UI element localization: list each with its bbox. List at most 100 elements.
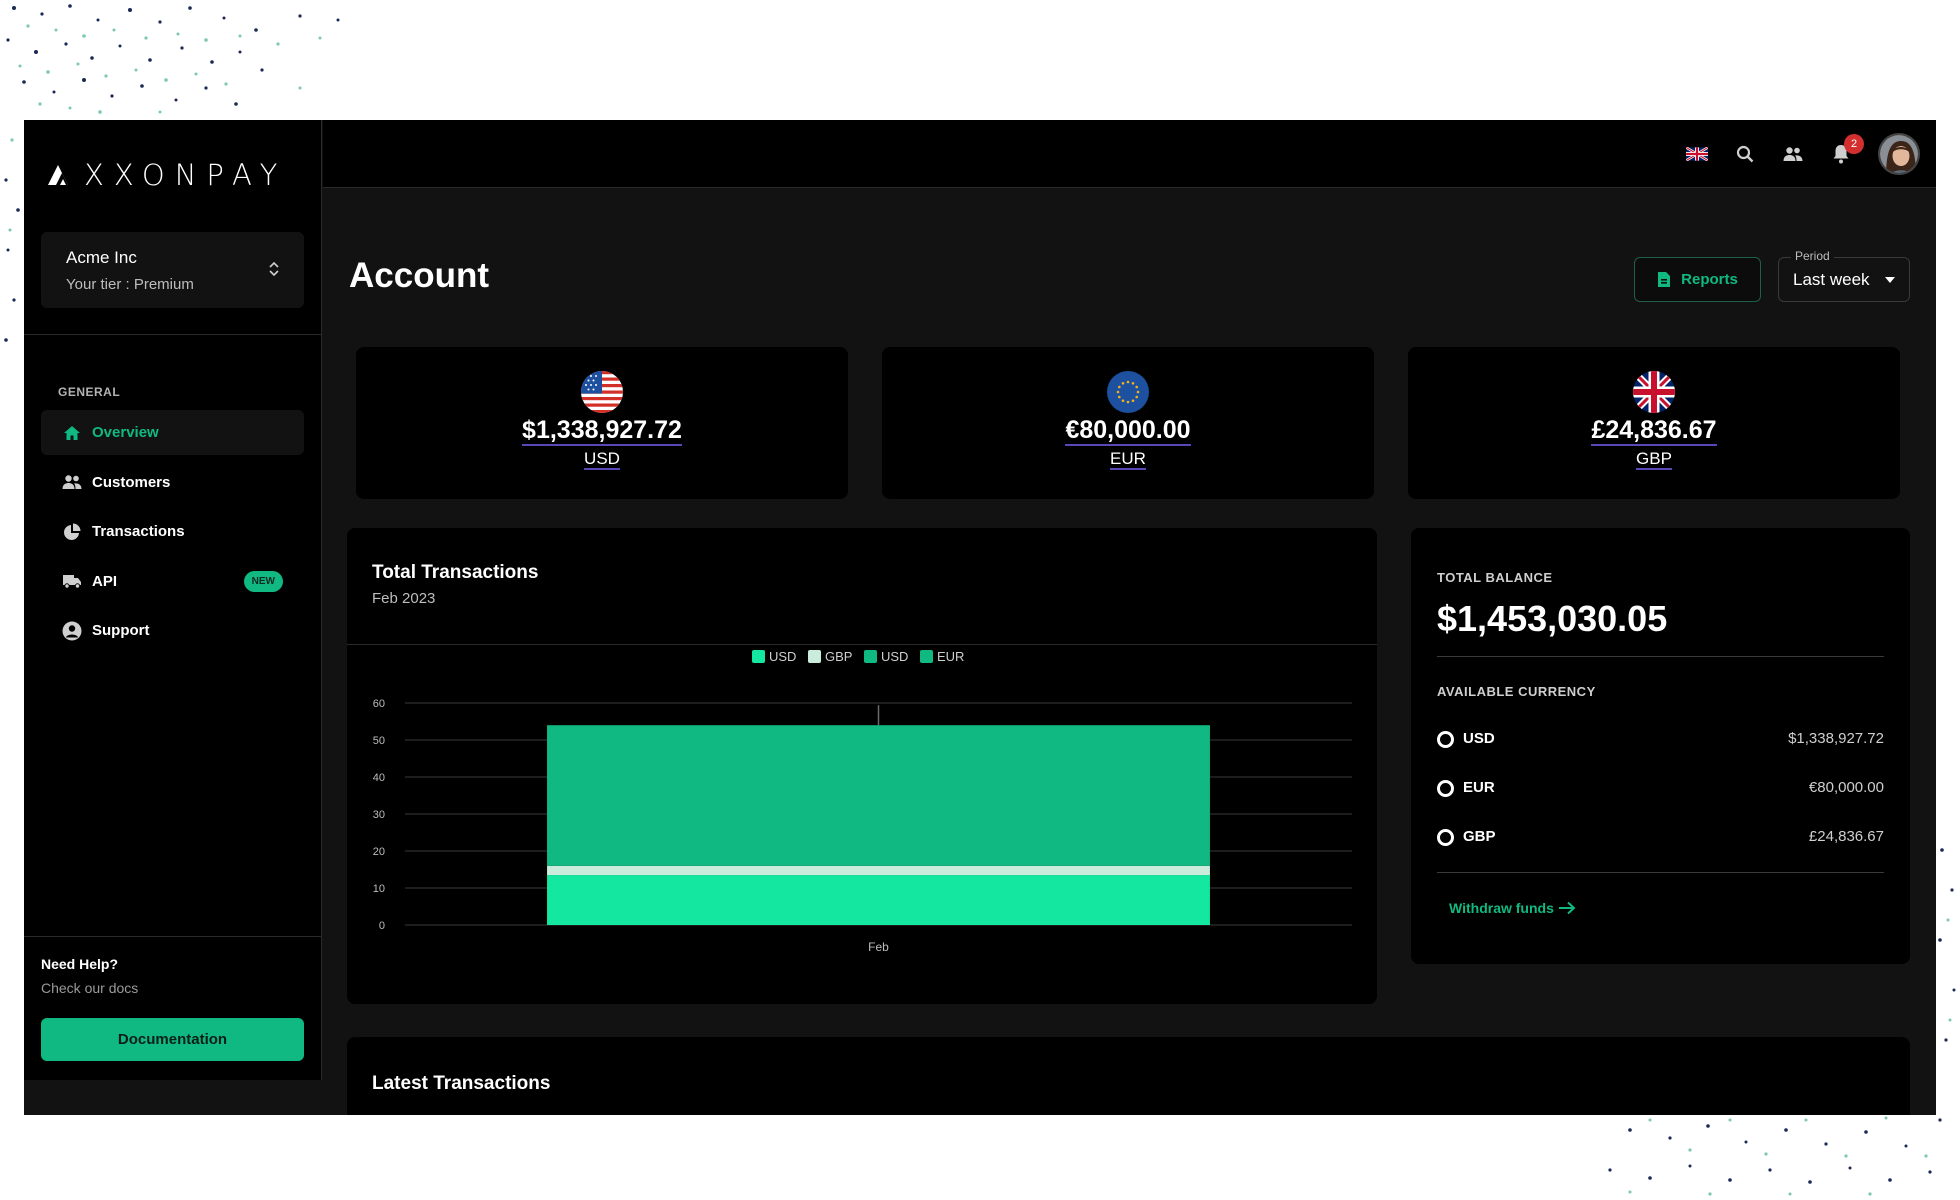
latest-transactions-title: Latest Transactions — [372, 1073, 551, 1094]
radio-button[interactable] — [1437, 731, 1454, 748]
currency-code: GBP — [1636, 449, 1672, 470]
currency-card-usd[interactable]: $1,338,927.72 USD — [356, 347, 848, 499]
chart-divider — [347, 644, 1377, 645]
users-icon — [62, 472, 82, 492]
total-transactions-card: Total Transactions Feb 2023 USD GBP USD EUR… — [347, 528, 1377, 1004]
currency-amount: £24,836.67 — [1591, 416, 1717, 446]
currency-option-code: USD — [1463, 730, 1495, 747]
avatar[interactable] — [1878, 133, 1920, 175]
documentation-button[interactable]: Documentation — [41, 1018, 304, 1061]
total-balance-card: TOTAL BALANCE $1,453,030.05 AVAILABLE CU… — [1411, 528, 1910, 964]
x-tick-label: Feb — [868, 940, 889, 954]
sidebar-divider — [24, 334, 322, 335]
currency-card-eur[interactable]: €80,000.00 EUR — [882, 347, 1374, 499]
legend-swatch — [920, 650, 933, 663]
logo-text: XXONPAY — [84, 158, 288, 192]
new-badge: NEW — [243, 570, 283, 592]
sidebar-item-label: Customers — [92, 473, 171, 491]
main-content: Account Reports Period Last week $1,338,… — [323, 188, 1936, 1115]
y-tick-label: 50 — [373, 735, 385, 747]
total-balance-amount: $1,453,030.05 — [1437, 598, 1668, 639]
caret-down-icon — [1885, 277, 1895, 283]
sidebar-item-label: Overview — [92, 424, 159, 441]
currency-code: EUR — [1110, 449, 1146, 470]
axxonpay-mark-icon — [48, 165, 68, 185]
reports-button[interactable]: Reports — [1634, 257, 1761, 302]
legend-label: GBP — [825, 649, 852, 664]
bar-segment-gbp — [547, 865, 1210, 876]
period-select[interactable]: Period Last week — [1778, 249, 1910, 302]
currency-code: USD — [584, 449, 620, 470]
organization-name: Acme Inc — [66, 248, 137, 267]
radio-button[interactable] — [1437, 829, 1454, 846]
sidebar: XXONPAY Acme Inc Your tier : Premium GEN… — [24, 120, 322, 1080]
eu-flag-icon — [1107, 371, 1149, 413]
currency-option-value: €80,000.00 — [1808, 779, 1884, 796]
sidebar-item-label: API — [92, 572, 118, 590]
chart-subtitle: Feb 2023 — [372, 590, 436, 607]
uk-flag-icon[interactable] — [1686, 143, 1708, 165]
currency-option-value: $1,338,927.72 — [1788, 730, 1884, 747]
pie-chart-icon — [62, 522, 82, 542]
reports-button-label: Reports — [1681, 271, 1738, 288]
sidebar-nav: Overview Customers Transactions API NEW — [41, 410, 304, 658]
balance-divider — [1437, 656, 1884, 657]
transactions-bar-chart: USD GBP USD EUR 0 10 20 30 40 50 60 Feb — [373, 649, 1352, 954]
notifications-button[interactable]: 2 — [1830, 134, 1864, 165]
currency-card-gbp[interactable]: £24,836.67 GBP — [1408, 347, 1900, 499]
bar-segment-usd — [547, 875, 1210, 925]
legend-label: USD — [881, 649, 908, 664]
sidebar-item-support[interactable]: Support — [41, 608, 304, 653]
currency-option-value: £24,836.67 — [1808, 828, 1884, 845]
top-bar: 2 — [323, 120, 1936, 188]
organization-switcher[interactable]: Acme Inc Your tier : Premium — [41, 232, 304, 308]
y-tick-label: 0 — [379, 920, 385, 932]
currency-option-usd[interactable]: USD $1,338,927.72 — [1437, 728, 1884, 752]
chart-title: Total Transactions — [372, 562, 539, 583]
uk-flag-icon — [1633, 371, 1675, 413]
logo[interactable]: XXONPAY — [48, 158, 287, 192]
unfold-chevron-icon — [269, 261, 279, 277]
contacts-icon[interactable] — [1782, 143, 1804, 165]
top-bar-actions: 2 — [1686, 133, 1920, 175]
organization-tier: Your tier : Premium — [66, 276, 194, 293]
y-tick-label: 20 — [373, 846, 385, 858]
search-icon[interactable] — [1734, 143, 1756, 165]
currency-option-eur[interactable]: EUR €80,000.00 — [1437, 777, 1884, 801]
sidebar-item-label: Transactions — [92, 523, 185, 540]
arrow-right-icon — [1558, 901, 1576, 915]
legend-swatch — [808, 650, 821, 663]
available-currency-label: AVAILABLE CURRENCY — [1437, 684, 1596, 699]
sidebar-item-api[interactable]: API NEW — [41, 559, 304, 604]
currency-amount: €80,000.00 — [1065, 416, 1191, 446]
sidebar-item-label: Support — [92, 622, 150, 639]
page-title: Account — [349, 256, 489, 295]
period-select-value: Last week — [1793, 270, 1870, 289]
legend-swatch — [864, 650, 877, 663]
sidebar-divider — [24, 936, 322, 937]
currency-option-gbp[interactable]: GBP £24,836.67 — [1437, 826, 1884, 850]
sidebar-item-overview[interactable]: Overview — [41, 410, 304, 455]
sidebar-item-customers[interactable]: Customers — [41, 460, 304, 505]
period-select-label: Period — [1791, 249, 1834, 263]
withdraw-funds-label: Withdraw funds — [1449, 900, 1554, 916]
sidebar-item-transactions[interactable]: Transactions — [41, 509, 304, 554]
currency-option-code: GBP — [1463, 828, 1496, 845]
bar-segment-usd — [547, 725, 1210, 866]
app-window: XXONPAY Acme Inc Your tier : Premium GEN… — [24, 120, 1936, 1115]
help-title: Need Help? — [41, 956, 119, 972]
currency-amount: $1,338,927.72 — [522, 416, 682, 446]
help-section: Need Help? Check our docs — [41, 956, 138, 996]
currency-option-code: EUR — [1463, 779, 1495, 796]
legend-label: USD — [769, 649, 796, 664]
notification-count-badge: 2 — [1844, 134, 1864, 154]
us-flag-icon — [581, 371, 623, 413]
radio-button[interactable] — [1437, 780, 1454, 797]
truck-icon — [62, 571, 82, 591]
y-tick-label: 30 — [373, 809, 385, 821]
withdraw-funds-link[interactable]: Withdraw funds — [1449, 900, 1576, 916]
legend-label: EUR — [937, 649, 964, 664]
y-tick-label: 10 — [373, 883, 385, 895]
total-balance-label: TOTAL BALANCE — [1437, 570, 1553, 585]
balance-divider — [1437, 872, 1884, 873]
